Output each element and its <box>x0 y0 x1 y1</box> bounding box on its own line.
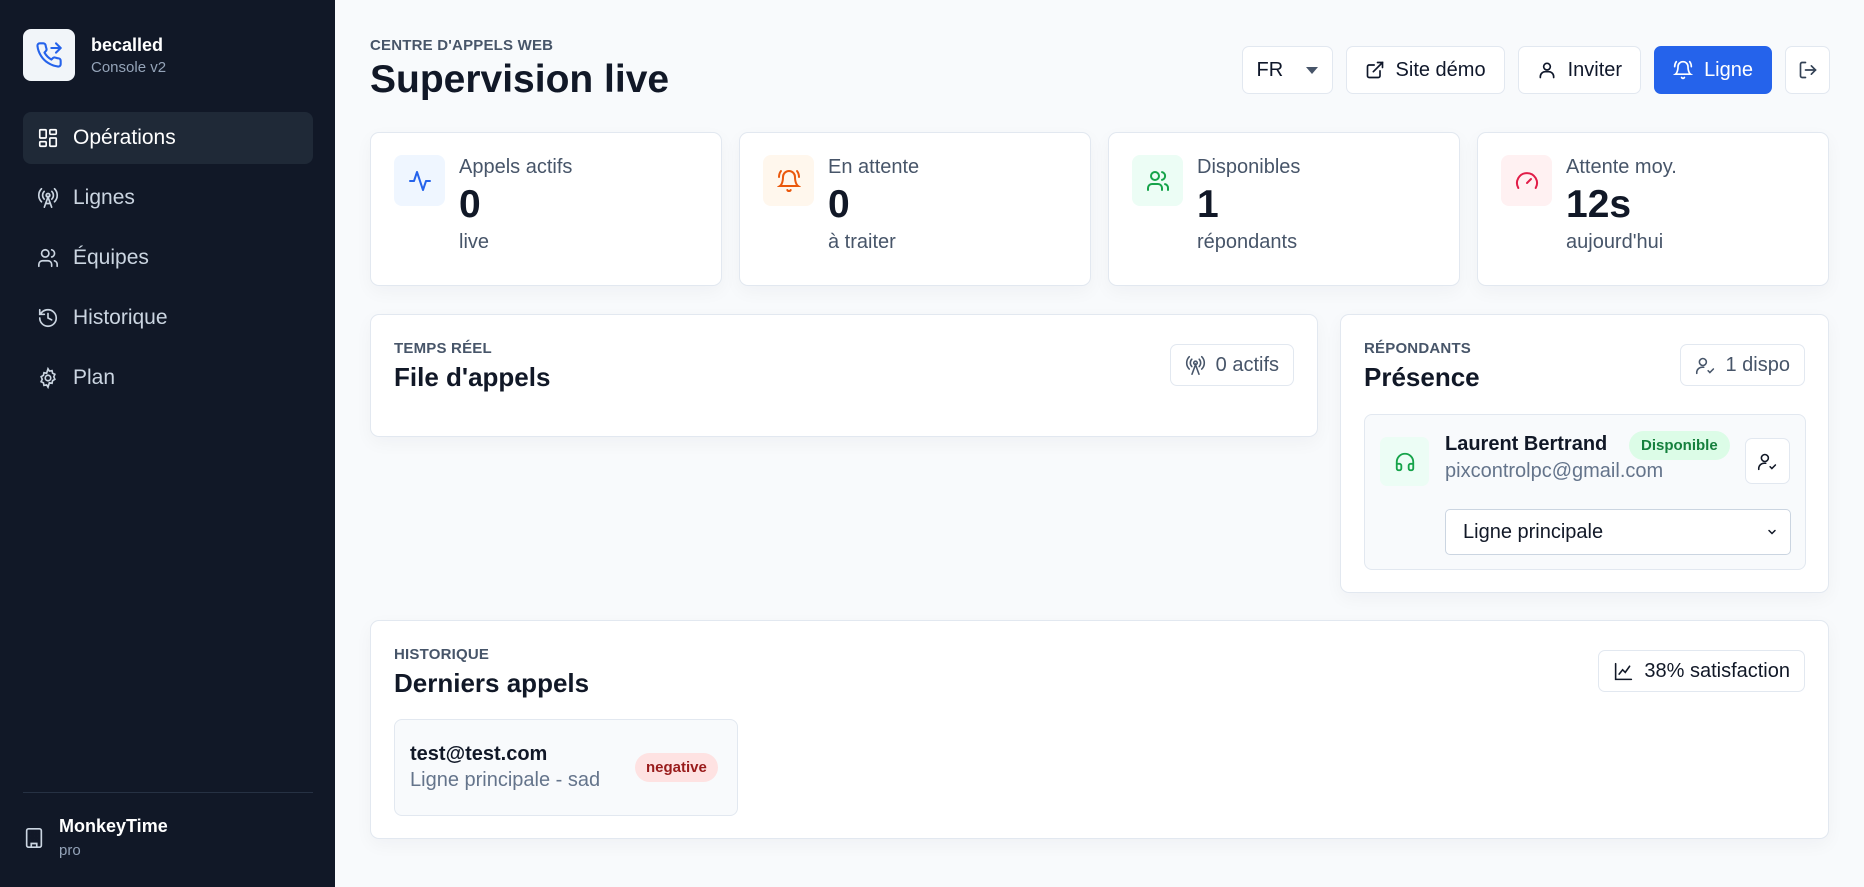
gear-icon <box>40 367 56 389</box>
agent-line-select[interactable]: Ligne principale <box>1445 509 1791 555</box>
activity-icon <box>394 155 445 206</box>
history-card: HISTORIQUE Derniers appels 38% satisfact… <box>370 620 1829 839</box>
line-button[interactable]: Ligne <box>1654 46 1772 94</box>
stat-value: 1 <box>1197 183 1219 226</box>
nav-item-plan[interactable]: Plan <box>23 352 313 404</box>
demo-site-label: Site démo <box>1395 58 1486 81</box>
nav-label: Lignes <box>73 186 135 209</box>
nav-label: Historique <box>73 306 168 329</box>
stat-label: Attente moy. <box>1566 156 1677 178</box>
chevron-down-icon <box>1305 66 1318 74</box>
queue-title: File d'appels <box>394 362 551 392</box>
stat-subtext: live <box>459 231 490 253</box>
history-call-item[interactable]: test@test.com Ligne principale - sad neg… <box>394 719 738 816</box>
call-line: Ligne principale - sad <box>410 769 601 791</box>
user-check-icon <box>1695 357 1714 374</box>
users-icon <box>38 248 58 268</box>
gauge-icon <box>1501 155 1552 206</box>
stat-label: En attente <box>828 156 920 178</box>
page-title: Supervision live <box>370 58 670 101</box>
stat-subtext: aujourd'hui <box>1566 231 1664 253</box>
users-icon <box>1132 155 1183 206</box>
nav-item-historique[interactable]: Historique <box>23 292 313 344</box>
logout-icon <box>1799 61 1817 79</box>
agent-card: Laurent Bertrand Disponible pixcontrolpc… <box>1364 414 1806 570</box>
sidebar-footer: MonkeyTime pro <box>23 792 313 859</box>
agent-status-toggle-button[interactable] <box>1745 438 1790 484</box>
dashboard-grid-icon <box>38 128 58 148</box>
headphones-icon <box>1380 437 1429 486</box>
user-check-icon <box>1757 453 1777 470</box>
logout-button[interactable] <box>1785 46 1830 94</box>
radio-tower-icon <box>1185 355 1205 375</box>
stat-card-available: Disponibles 1 répondants <box>1108 132 1460 286</box>
nav-item-operations[interactable]: Opérations <box>23 112 313 164</box>
nav-item-equipes[interactable]: Équipes <box>23 232 313 284</box>
line-chart-icon <box>1615 662 1633 680</box>
nav-label: Plan <box>73 366 116 389</box>
radio-tower-icon <box>37 187 59 208</box>
stat-label: Disponibles <box>1197 156 1301 178</box>
stat-value: 0 <box>828 183 850 226</box>
nav-label: Équipes <box>73 246 149 269</box>
stat-subtext: à traiter <box>828 231 896 253</box>
history-eyebrow: HISTORIQUE <box>394 646 490 663</box>
demo-site-button[interactable]: Site démo <box>1345 46 1505 94</box>
main-nav: Opérations Lignes Équipes Historique Pla… <box>23 112 313 412</box>
call-email: test@test.com <box>410 743 548 765</box>
agent-status-badge: Disponible <box>1629 431 1730 460</box>
presence-title: Présence <box>1364 362 1480 392</box>
stat-value: 0 <box>459 183 481 226</box>
history-title: Derniers appels <box>394 668 590 698</box>
brand[interactable]: becalled Console v2 <box>23 29 166 81</box>
stat-label: Appels actifs <box>459 156 573 178</box>
language-value: FR <box>1256 58 1284 81</box>
building-icon <box>25 827 43 848</box>
bell-ring-icon <box>1673 60 1694 80</box>
satisfaction-value: 38% satisfaction <box>1644 659 1790 682</box>
stat-card-avg-wait: Attente moy. 12s aujourd'hui <box>1477 132 1829 286</box>
header-toolbar: FR Site démo Inviter Ligne <box>1241 46 1830 94</box>
agent-line-value: Ligne principale <box>1463 520 1604 543</box>
user-icon <box>1539 62 1555 79</box>
chevron-down-icon <box>1768 529 1776 535</box>
nav-item-lignes[interactable]: Lignes <box>23 172 313 224</box>
presence-eyebrow: RÉPONDANTS <box>1364 340 1472 357</box>
invite-label: Inviter <box>1567 58 1623 81</box>
stat-card-waiting: En attente 0 à traiter <box>739 132 1091 286</box>
history-icon <box>38 308 58 328</box>
active-calls-pill: 0 actifs <box>1169 344 1294 386</box>
page-eyebrow: CENTRE D'APPELS WEB <box>370 37 554 54</box>
presence-card: RÉPONDANTS Présence 1 dispo Laurent Bert… <box>1340 314 1829 593</box>
tenant-plan: pro <box>59 842 81 859</box>
agent-email: pixcontrolpc@gmail.com <box>1445 460 1664 482</box>
sentiment-badge: negative <box>635 753 718 782</box>
invite-button[interactable]: Inviter <box>1517 46 1642 94</box>
language-select[interactable]: FR <box>1241 46 1333 94</box>
tenant-name: MonkeyTime <box>59 816 168 836</box>
bell-ring-icon <box>763 155 814 206</box>
active-calls-count: 0 actifs <box>1215 353 1279 376</box>
line-label: Ligne <box>1704 58 1753 81</box>
stat-value: 12s <box>1566 183 1632 226</box>
satisfaction-pill: 38% satisfaction <box>1598 650 1805 692</box>
available-count: 1 dispo <box>1725 353 1791 376</box>
tenant-info[interactable]: MonkeyTime pro <box>23 816 168 859</box>
available-count-pill: 1 dispo <box>1679 344 1805 386</box>
brand-name: becalled <box>91 34 164 55</box>
stat-card-active-calls: Appels actifs 0 live <box>370 132 722 286</box>
call-queue-card: TEMPS RÉEL File d'appels 0 actifs <box>370 314 1318 437</box>
agent-name: Laurent Bertrand <box>1445 433 1608 455</box>
brand-subtitle: Console v2 <box>91 58 167 76</box>
phone-forward-icon <box>23 29 75 81</box>
external-link-icon <box>1366 61 1383 79</box>
stat-subtext: répondants <box>1197 231 1298 253</box>
nav-label: Opérations <box>73 126 176 149</box>
queue-eyebrow: TEMPS RÉEL <box>394 340 492 357</box>
sidebar: becalled Console v2 Opérations Lignes Éq… <box>0 0 335 887</box>
